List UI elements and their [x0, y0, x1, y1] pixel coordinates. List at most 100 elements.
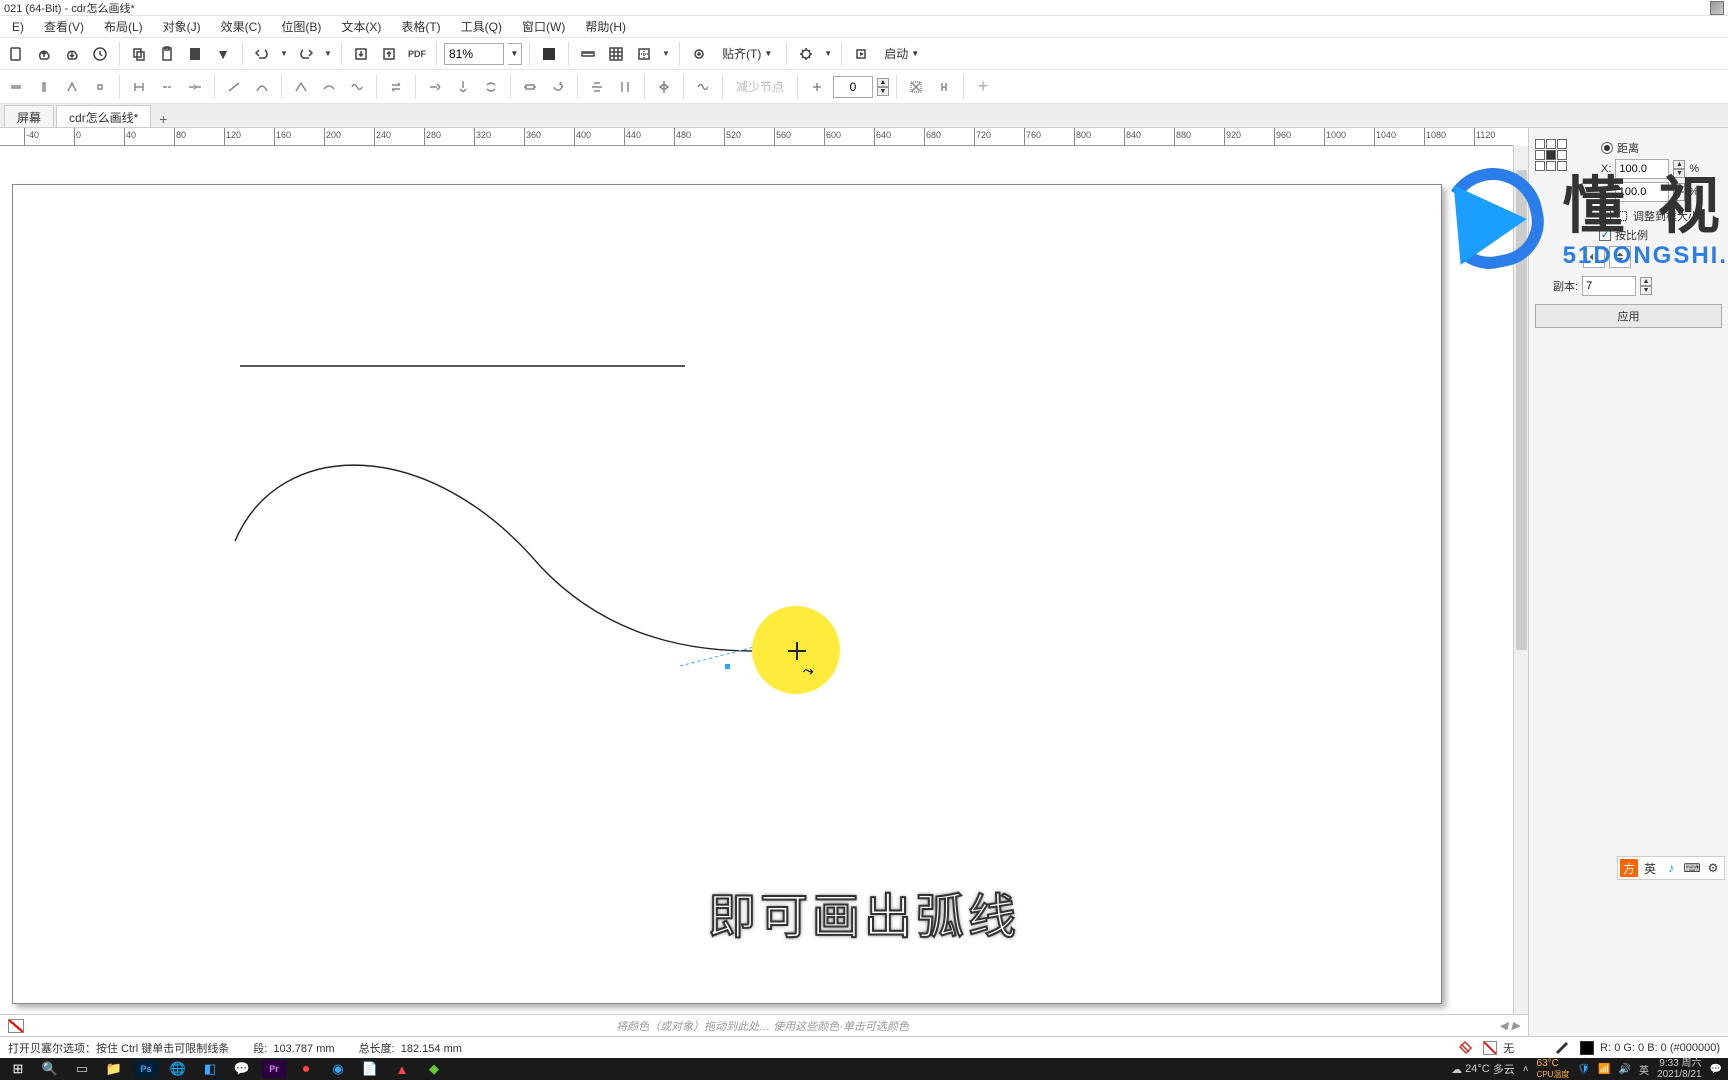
elastic-icon[interactable]	[691, 75, 715, 99]
freehand-icon[interactable]	[32, 75, 56, 99]
tray-datetime[interactable]: 9:33 周六2021/8/21	[1657, 1058, 1702, 1080]
close-curve-icon[interactable]	[479, 75, 503, 99]
tray-volume-icon[interactable]: 🔊	[1619, 1064, 1631, 1075]
guidelines-icon[interactable]	[632, 42, 656, 66]
app-icon[interactable]: ◧	[198, 1060, 222, 1078]
tab-welcome[interactable]: 屏幕	[4, 105, 54, 127]
undo-icon[interactable]	[250, 42, 274, 66]
chrome-icon[interactable]: 🌐	[166, 1060, 190, 1078]
node-spinner[interactable]: ▲▼	[877, 78, 889, 96]
tab-document[interactable]: cdr怎么画线*	[56, 105, 151, 127]
stretch-icon[interactable]	[518, 75, 542, 99]
edge-extend-icon[interactable]	[183, 75, 207, 99]
ime-settings-icon[interactable]: ⚙	[1704, 859, 1722, 877]
tray-expand-icon[interactable]: ˄	[1523, 1064, 1529, 1075]
edge-icon[interactable]: ◉	[326, 1060, 350, 1078]
color-nav-next-icon[interactable]: ▶	[1512, 1019, 1520, 1032]
cloud-upload-icon[interactable]	[32, 42, 56, 66]
color-nav-prev-icon[interactable]: ◀	[1499, 1019, 1507, 1032]
notepad-icon[interactable]: 📄	[358, 1060, 382, 1078]
tray-ime[interactable]: 英	[1639, 1062, 1649, 1077]
pdf-icon[interactable]: PDF	[405, 42, 429, 66]
smooth-icon[interactable]	[317, 75, 341, 99]
record-icon[interactable]: ⏺	[294, 1060, 318, 1078]
extend-icon[interactable]	[423, 75, 447, 99]
snap-to-button[interactable]: 贴齐(T) ▼	[715, 43, 779, 65]
launch-icon[interactable]	[849, 42, 873, 66]
photoshop-icon[interactable]: Ps	[134, 1060, 158, 1078]
redo-dropdown[interactable]: ▼	[322, 42, 334, 66]
menu-object[interactable]: 对象(J)	[155, 16, 209, 37]
fullscreen-icon[interactable]	[537, 42, 561, 66]
zoom-dropdown[interactable]: ▼	[508, 43, 522, 65]
menu-tools[interactable]: 工具(Q)	[453, 16, 510, 37]
cusp-icon[interactable]	[289, 75, 313, 99]
explorer-icon[interactable]: 📁	[102, 1060, 126, 1078]
coreldraw-icon[interactable]: ◆	[422, 1060, 446, 1078]
shape-icon[interactable]	[60, 75, 84, 99]
clipboard-icon[interactable]	[183, 42, 207, 66]
undo-dropdown[interactable]: ▼	[278, 42, 290, 66]
menu-help[interactable]: 帮助(H)	[577, 16, 634, 37]
distance-radio[interactable]	[1601, 142, 1613, 154]
menu-effects[interactable]: 效果(C)	[213, 16, 270, 37]
tray-notification-icon[interactable]: 💬	[1710, 1064, 1722, 1075]
ime-lang[interactable]: 英	[1641, 859, 1659, 877]
ime-voice-icon[interactable]: ♪	[1662, 859, 1680, 877]
select-all-icon[interactable]	[805, 75, 829, 99]
menu-view[interactable]: 查看(V)	[36, 16, 92, 37]
pick-tool-icon[interactable]	[4, 75, 28, 99]
grid-icon[interactable]	[604, 42, 628, 66]
menu-table[interactable]: 表格(T)	[393, 16, 448, 37]
edge-break-icon[interactable]	[155, 75, 179, 99]
cpu-temp[interactable]: 63°CCPU温度	[1537, 1058, 1570, 1080]
ime-sogou-icon[interactable]: 方	[1620, 859, 1638, 877]
ime-keyboard-icon[interactable]: ⌨	[1683, 859, 1701, 877]
arc-icon[interactable]	[250, 75, 274, 99]
menu-file[interactable]: E)	[4, 18, 32, 36]
apply-button[interactable]: 应用	[1535, 304, 1722, 328]
tab-add-button[interactable]: +	[153, 111, 173, 127]
align-icon[interactable]	[585, 75, 609, 99]
export-icon[interactable]	[377, 42, 401, 66]
acrobat-icon[interactable]: ▲	[390, 1060, 414, 1078]
launch-button[interactable]: 启动 ▼	[877, 43, 926, 65]
curve-direction-icon[interactable]	[932, 75, 956, 99]
task-view-icon[interactable]: ▭	[70, 1060, 94, 1078]
plus-icon[interactable]: +	[971, 75, 995, 99]
tray-network-icon[interactable]: 📶	[1598, 1064, 1610, 1075]
symmetric-icon[interactable]	[345, 75, 369, 99]
menu-text[interactable]: 文本(X)	[333, 16, 389, 37]
import-icon[interactable]	[349, 42, 373, 66]
copy-icon[interactable]	[127, 42, 151, 66]
cloud-download-icon[interactable]	[60, 42, 84, 66]
outline-swatch[interactable]	[1580, 1041, 1594, 1055]
redo-icon[interactable]	[294, 42, 318, 66]
node-icon[interactable]	[88, 75, 112, 99]
anchor-grid[interactable]	[1535, 139, 1567, 171]
search-icon[interactable]: 🔍	[38, 1060, 62, 1078]
outline-tool-icon[interactable]	[1550, 1036, 1574, 1060]
edge-join-icon[interactable]	[127, 75, 151, 99]
copies-spinner[interactable]: ▲▼	[1640, 277, 1652, 295]
options-icon[interactable]	[794, 42, 818, 66]
dropdown-icon[interactable]: ▼	[211, 42, 235, 66]
menu-layout[interactable]: 布局(L)	[96, 16, 151, 37]
tray-shield-icon[interactable]: 🛡	[1577, 1064, 1590, 1075]
rotate-icon[interactable]	[546, 75, 570, 99]
no-fill-swatch[interactable]	[8, 1019, 24, 1033]
paste-icon[interactable]	[155, 42, 179, 66]
copies-input[interactable]	[1582, 276, 1636, 296]
node-count-input[interactable]	[833, 76, 873, 98]
start-button-icon[interactable]: ⊞	[6, 1060, 30, 1078]
reflect-h-icon[interactable]	[652, 75, 676, 99]
new-icon[interactable]	[4, 42, 28, 66]
wechat-icon[interactable]: 💬	[230, 1060, 254, 1078]
line-icon[interactable]	[222, 75, 246, 99]
ime-bar[interactable]: 方 英 ♪ ⌨ ⚙	[1617, 856, 1725, 880]
zoom-input[interactable]	[444, 43, 504, 65]
premiere-icon[interactable]: Pr	[262, 1060, 286, 1078]
distribute-icon[interactable]	[613, 75, 637, 99]
user-avatar-icon[interactable]	[1710, 1, 1724, 15]
reverse-icon[interactable]	[384, 75, 408, 99]
